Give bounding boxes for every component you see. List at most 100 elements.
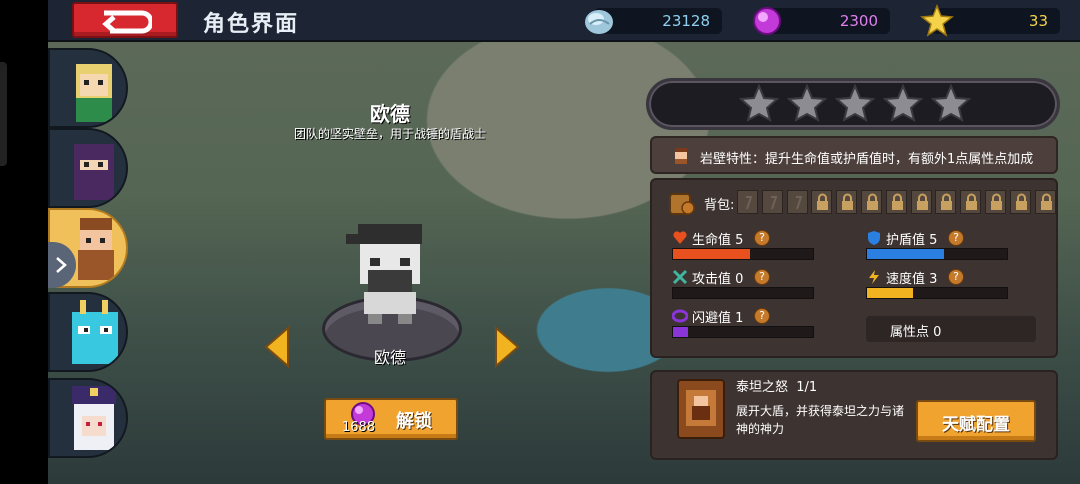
stat-bar xyxy=(672,287,814,299)
lock-icon xyxy=(817,193,829,210)
ninja-portrait-icon xyxy=(74,144,114,200)
shield-icon xyxy=(868,231,880,245)
locked-bag-slot[interactable] xyxy=(985,190,1006,214)
star-icon xyxy=(920,4,954,37)
talent-name: 泰坦之怒 1/1 xyxy=(736,376,817,395)
help-icon[interactable]: ? xyxy=(754,308,770,324)
stone-counter: 23128 xyxy=(585,8,722,34)
locked-bag-slot[interactable] xyxy=(910,190,932,214)
character-slot-ninja[interactable] xyxy=(48,128,130,210)
stat-label: 速度值 3 xyxy=(886,272,938,287)
unlock-cost: 1688 xyxy=(342,420,376,435)
locked-bag-slot[interactable] xyxy=(836,190,858,214)
stat-bar-fill xyxy=(673,327,689,337)
lock-icon xyxy=(842,193,854,210)
attribute-points: 属性点 0 xyxy=(890,325,942,340)
bag-label: 背包: xyxy=(704,198,735,213)
attribute-points-box: 属性点 0 xyxy=(866,316,1036,342)
back-button[interactable] xyxy=(72,2,178,38)
stone-icon xyxy=(585,10,613,34)
speed-icon xyxy=(869,270,879,284)
lock-icon xyxy=(867,193,878,210)
hero-face-icon xyxy=(675,148,687,164)
lock-icon xyxy=(966,193,978,210)
character-slot-officer[interactable] xyxy=(48,378,130,460)
back-arrow-icon xyxy=(102,10,152,34)
stat-bar-fill xyxy=(867,249,944,259)
stat-bar-fill xyxy=(867,288,914,298)
empty-star-icon xyxy=(883,83,923,122)
bag-slot[interactable] xyxy=(737,190,758,214)
dodge-icon xyxy=(672,309,688,323)
stat-label: 闪避值 1 xyxy=(692,311,744,326)
left-gutter xyxy=(0,0,48,484)
empty-star-icon xyxy=(931,83,971,122)
locked-bag-slot[interactable] xyxy=(861,190,882,214)
stat-bar-fill xyxy=(673,249,750,259)
help-icon[interactable]: ? xyxy=(754,230,770,246)
character-slot-elf[interactable] xyxy=(48,48,130,130)
unlock-label: 解锁 xyxy=(396,411,432,432)
talent-title: 泰坦之怒 xyxy=(736,380,789,395)
locked-bag-slot[interactable] xyxy=(935,190,957,214)
help-icon[interactable]: ? xyxy=(754,269,770,285)
previous-hero-arrow-icon[interactable] xyxy=(262,326,292,368)
pedestal-name: 欧德 xyxy=(373,348,406,367)
stone-value: 23128 xyxy=(662,12,710,30)
empty-slot-icon xyxy=(795,196,802,210)
chevron-right-icon xyxy=(56,257,67,273)
locked-bag-slot[interactable] xyxy=(811,190,833,214)
trait-banner: 岩壁特性：提升生命值或护盾值时，有额外1点属性点加成 xyxy=(650,136,1058,174)
unlock-button[interactable]: 1688 解锁 xyxy=(324,398,458,440)
locked-bag-slot[interactable] xyxy=(1009,190,1031,214)
lock-icon xyxy=(916,193,928,210)
page-title: 角色界面 xyxy=(203,12,300,37)
stat-bar xyxy=(672,248,814,260)
gem-counter: 2300 xyxy=(753,7,890,35)
empty-star-icon xyxy=(739,83,779,122)
empty-star-icon xyxy=(787,83,827,122)
lock-icon xyxy=(941,193,953,210)
dragon-portrait-icon xyxy=(72,300,118,364)
talent-config-label: 天赋配置 xyxy=(942,415,1010,435)
officer-portrait-icon xyxy=(72,386,116,450)
gem-value: 2300 xyxy=(839,12,878,30)
locked-bag-slot[interactable] xyxy=(960,190,982,214)
stat-label: 护盾值 5 xyxy=(886,233,938,248)
character-frame xyxy=(48,378,128,458)
talent-book-icon xyxy=(677,379,725,439)
character-frame xyxy=(48,292,128,372)
help-icon[interactable]: ? xyxy=(948,269,964,285)
talent-config-button[interactable]: 天赋配置 xyxy=(916,400,1036,442)
stat-bar xyxy=(866,287,1008,299)
help-icon[interactable]: ? xyxy=(948,230,964,246)
stat-label: 生命值 5 xyxy=(692,233,744,248)
trait-text: 岩壁特性：提升生命值或护盾值时，有额外1点属性点加成 xyxy=(700,152,1034,167)
lock-icon xyxy=(991,193,1002,210)
star-rating-bar xyxy=(646,78,1060,130)
locked-bag-slot[interactable] xyxy=(885,190,907,214)
locked-bag-slot[interactable] xyxy=(1034,190,1056,214)
character-slot-dragon[interactable] xyxy=(48,292,130,374)
empty-slot-icon xyxy=(770,196,778,210)
next-hero-arrow-icon[interactable] xyxy=(492,326,522,368)
purple-gem-icon xyxy=(753,7,781,35)
empty-star-icon xyxy=(835,83,875,122)
elf-portrait-icon xyxy=(76,64,112,122)
talent-description: 展开大盾，并获得泰坦之力与诸神的神力 xyxy=(736,404,905,436)
hero-name: 欧德 xyxy=(370,102,410,126)
character-frame xyxy=(48,128,128,208)
stat-bar xyxy=(866,248,1008,260)
top-bar: 角色界面 23128 2300 33 xyxy=(48,0,1080,42)
empty-slot-icon xyxy=(746,196,753,210)
gutter-tab xyxy=(0,62,7,166)
heart-icon xyxy=(673,231,687,244)
bag-slot[interactable] xyxy=(761,190,783,214)
hero-description: 团队的坚实壁垒，用于战锤的盾战士 xyxy=(293,127,486,141)
backpack-icon[interactable] xyxy=(668,190,696,216)
lock-icon xyxy=(891,193,903,210)
lock-icon xyxy=(1015,193,1027,210)
bag-slot[interactable] xyxy=(786,190,808,214)
stat-bar xyxy=(672,326,814,338)
character-frame xyxy=(48,48,128,128)
